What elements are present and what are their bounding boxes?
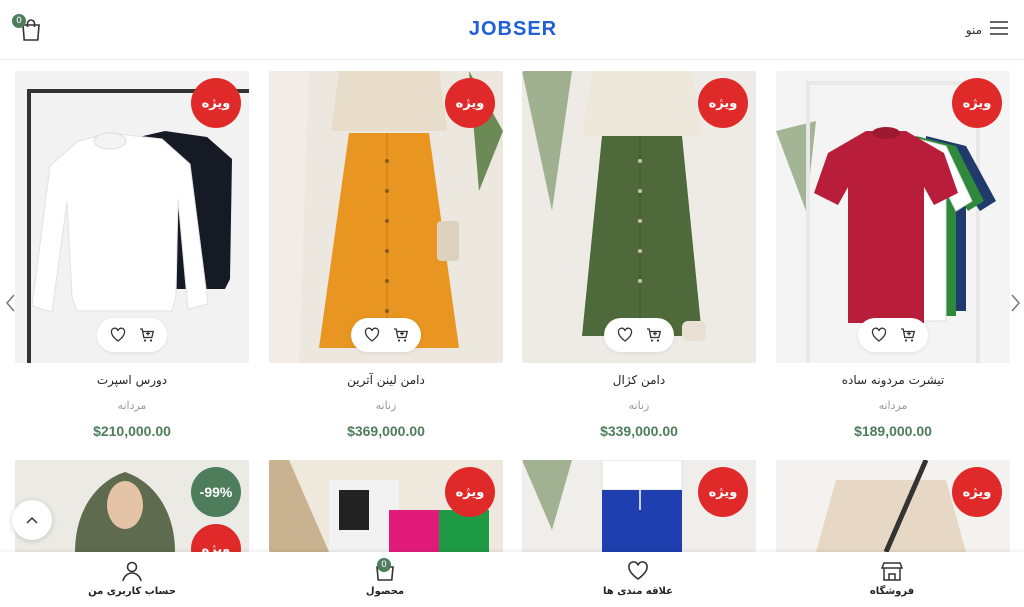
product-category[interactable]: زنانه	[269, 399, 503, 415]
product-image[interactable]: ویژه	[269, 71, 503, 363]
sale-badge: ویژه	[445, 467, 495, 517]
product-category[interactable]: زنانه	[522, 399, 756, 415]
product-category[interactable]: مردانه	[776, 399, 1010, 415]
product-image[interactable]: ویژه	[522, 460, 756, 552]
product-actions	[604, 318, 674, 352]
menu-button[interactable]: منو	[966, 20, 1008, 40]
nav-wishlist[interactable]: علاقه مندی ها	[578, 560, 698, 597]
product-price: $339,000.00	[600, 423, 678, 439]
product-price: $369,000.00	[347, 423, 425, 439]
heart-icon[interactable]	[617, 327, 633, 343]
cart-count-badge: 0	[12, 14, 26, 28]
product-card[interactable]: -99% ویژه	[15, 460, 249, 552]
product-title[interactable]: دورس اسپرت	[15, 373, 249, 391]
nav-product[interactable]: 0 محصول	[325, 558, 445, 597]
product-title[interactable]: دامن لینن آترین	[269, 373, 503, 391]
heart-icon[interactable]	[110, 327, 126, 343]
chevron-right-icon	[1011, 294, 1020, 312]
product-price: $189,000.00	[854, 423, 932, 439]
product-image[interactable]: -99% ویژه	[15, 460, 249, 552]
sale-badge: ویژه	[952, 78, 1002, 128]
site-header: 0 JOBSER منو	[0, 0, 1024, 60]
user-icon	[122, 561, 142, 582]
nav-shop-label: فروشگاه	[869, 586, 915, 597]
sale-badge: ویژه	[698, 78, 748, 128]
product-card[interactable]: ویژه دامن لینن آترین زنانه $369,000.00	[269, 71, 503, 441]
product-card[interactable]: ویژه	[269, 460, 503, 552]
product-image[interactable]: ویژه	[522, 71, 756, 363]
nav-shop[interactable]: فروشگاه	[832, 560, 952, 597]
product-card[interactable]: ویژه دامن کژال زنانه $339,000.00	[522, 71, 756, 441]
cart-button[interactable]: 0	[12, 14, 42, 42]
sale-badge: ویژه	[191, 78, 241, 128]
discount-badge: -99%	[191, 467, 241, 517]
product-card[interactable]: ویژه	[522, 460, 756, 552]
bottom-navigation: فروشگاه علاقه مندی ها 0 محصول حساب کاربر…	[0, 552, 1024, 607]
heart-icon[interactable]	[364, 327, 380, 343]
add-to-cart-icon[interactable]	[900, 327, 916, 343]
site-logo[interactable]: JOBSER	[467, 18, 559, 42]
store-icon	[881, 562, 903, 581]
product-title[interactable]: دامن کژال	[522, 373, 756, 391]
scroll-to-top-button[interactable]	[12, 500, 52, 540]
product-image[interactable]: ویژه	[776, 460, 1010, 552]
product-title[interactable]: تیشرت مردونه ساده	[776, 373, 1010, 391]
nav-account[interactable]: حساب کاربری من	[72, 560, 192, 597]
product-card[interactable]: ویژه دورس اسپرت مردانه $210,000.00	[15, 71, 249, 441]
chevron-up-icon	[26, 516, 38, 524]
hamburger-icon	[990, 20, 1008, 40]
product-actions	[97, 318, 167, 352]
product-category[interactable]: مردانه	[15, 399, 249, 415]
add-to-cart-icon[interactable]	[393, 327, 409, 343]
product-actions	[858, 318, 928, 352]
product-card[interactable]: ویژه تیشرت مردونه ساده مردانه $189,000.0…	[776, 71, 1010, 441]
product-actions	[351, 318, 421, 352]
product-card[interactable]: ویژه	[776, 460, 1010, 552]
nav-product-count: 0	[377, 558, 391, 572]
add-to-cart-icon[interactable]	[646, 327, 662, 343]
heart-icon	[628, 561, 648, 580]
heart-icon[interactable]	[871, 327, 887, 343]
nav-account-label: حساب کاربری من	[88, 586, 176, 597]
add-to-cart-icon[interactable]	[139, 327, 155, 343]
nav-wishlist-label: علاقه مندی ها	[603, 586, 673, 597]
sale-badge: ویژه	[698, 467, 748, 517]
sale-badge: ویژه	[445, 78, 495, 128]
product-image[interactable]: ویژه	[269, 460, 503, 552]
sale-badge: ویژه	[952, 467, 1002, 517]
product-price: $210,000.00	[93, 423, 171, 439]
product-image[interactable]: ویژه	[15, 71, 249, 363]
menu-label: منو	[965, 23, 982, 37]
carousel-next-arrow[interactable]	[1008, 292, 1022, 314]
nav-product-label: محصول	[365, 586, 405, 597]
product-image[interactable]: ویژه	[776, 71, 1010, 363]
